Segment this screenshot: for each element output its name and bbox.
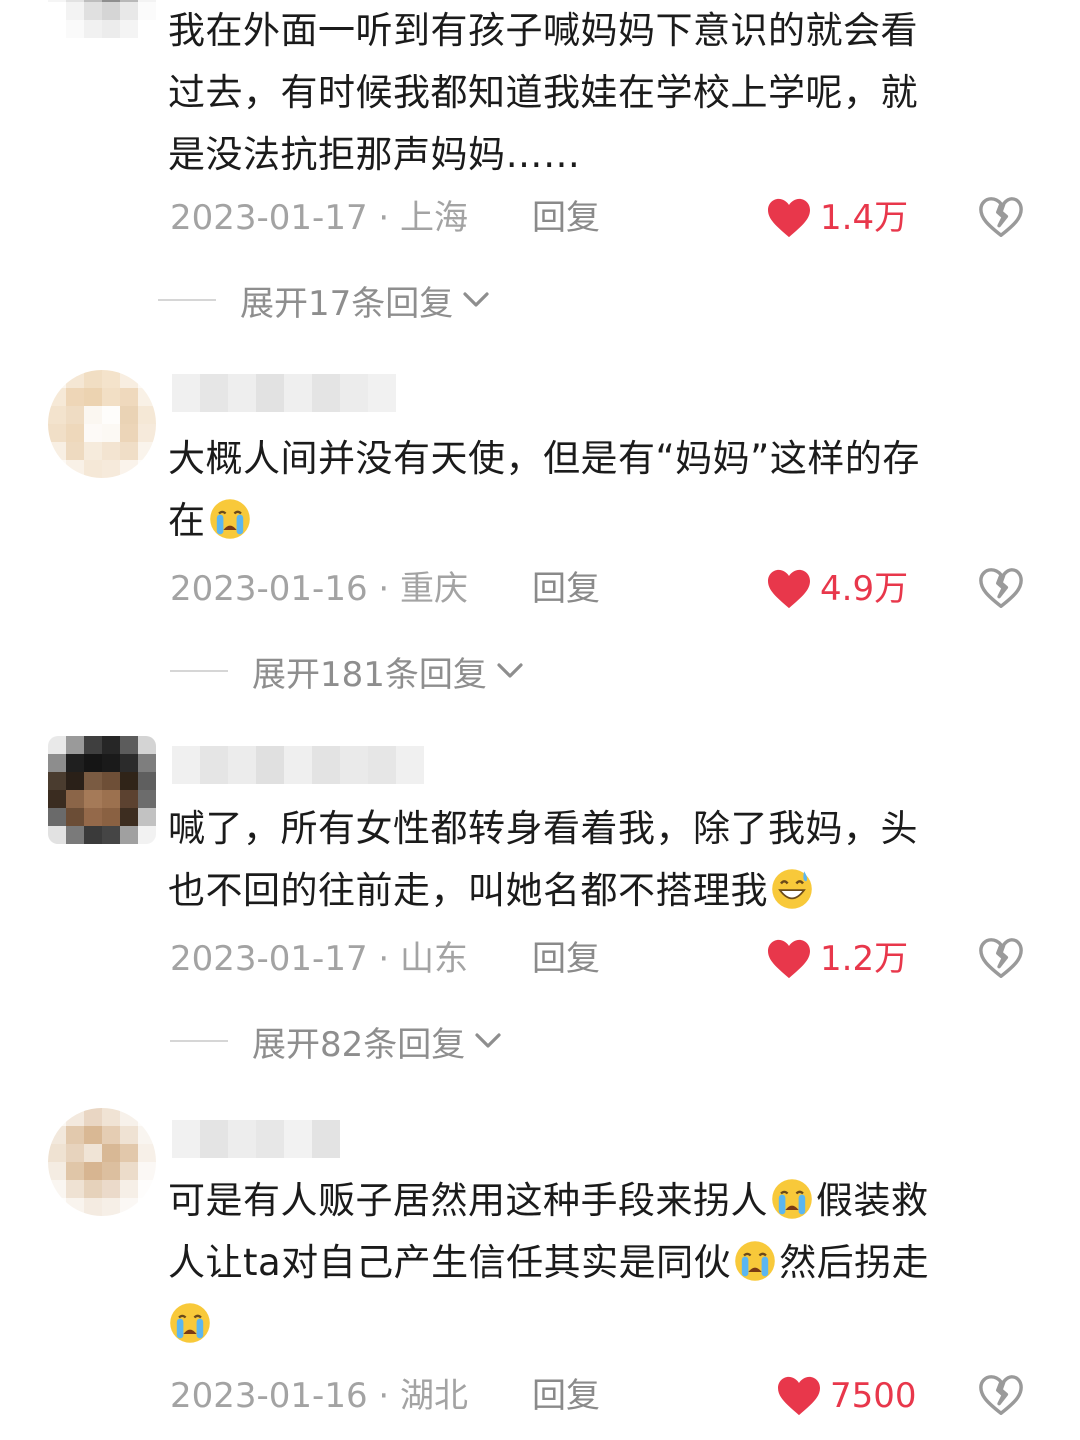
like-button[interactable]: 1.4万 bbox=[766, 193, 908, 243]
username-blurred[interactable] bbox=[172, 746, 424, 784]
comment-text-line: 也不回的往前走，叫她名都不搭理我 bbox=[168, 860, 1040, 922]
loudly-crying-emoji bbox=[170, 1303, 210, 1343]
divider bbox=[170, 1040, 228, 1042]
expand-replies-button[interactable]: 展开17条回复 bbox=[158, 275, 491, 325]
broken-heart-icon[interactable] bbox=[978, 566, 1024, 612]
heart-icon bbox=[768, 939, 810, 979]
broken-heart-icon[interactable] bbox=[978, 936, 1024, 982]
username-blurred[interactable] bbox=[172, 1120, 340, 1158]
loudly-crying-emoji bbox=[735, 1241, 775, 1281]
chevron-down-icon bbox=[475, 1033, 501, 1048]
like-count: 4.9万 bbox=[820, 569, 909, 609]
heart-icon bbox=[768, 569, 810, 609]
like-count: 1.4万 bbox=[820, 198, 909, 238]
expand-replies-label: 展开17条回复 bbox=[240, 283, 454, 324]
divider bbox=[170, 670, 228, 672]
comment-text-line bbox=[168, 1294, 1040, 1356]
avatar[interactable] bbox=[48, 736, 156, 844]
broken-heart-icon[interactable] bbox=[978, 195, 1024, 241]
reply-button[interactable]: 回复 bbox=[532, 1371, 600, 1421]
expand-replies-button[interactable]: 展开82条回复 bbox=[170, 1016, 503, 1066]
comment-text: 喊了，所有女性都转身看着我，除了我妈，头 也不回的往前走，叫她名都不搭理我 bbox=[168, 798, 1040, 922]
comment-meta: 2023-01-17 · 山东 回复 1.2万 bbox=[170, 934, 1050, 984]
reply-button[interactable]: 回复 bbox=[532, 564, 600, 614]
comment-text-line: 过去，有时候我都知道我娃在学校上学呢，就 bbox=[168, 71, 918, 114]
comment-text-line: 大概人间并没有天使，但是有“妈妈”这样的存 bbox=[168, 437, 920, 480]
chevron-down-icon bbox=[463, 292, 489, 307]
like-button[interactable]: 1.2万 bbox=[766, 934, 908, 984]
comment-text-line: 喊了，所有女性都转身看着我，除了我妈，头 bbox=[168, 807, 918, 850]
like-count: 1.2万 bbox=[820, 939, 909, 979]
comment-text-line: 可是有人贩子居然用这种手段来拐人 假装救 bbox=[168, 1179, 929, 1222]
comment-text: 可是有人贩子居然用这种手段来拐人 假装救 人让ta对自己产生信任其实是同伙 然后拐走 bbox=[168, 1170, 1040, 1356]
broken-heart-icon[interactable] bbox=[978, 1373, 1024, 1419]
comment-list: 我在外面一听到有孩子喊妈妈下意识的就会看 过去，有时候我都知道我娃在学校上学呢，… bbox=[0, 0, 1080, 1440]
avatar[interactable] bbox=[48, 1108, 156, 1216]
loudly-crying-emoji bbox=[209, 499, 250, 539]
avatar[interactable] bbox=[48, 0, 156, 38]
comment-text-line: 是没法抗拒那声妈妈…… bbox=[168, 133, 581, 176]
expand-replies-button[interactable]: 展开181条回复 bbox=[170, 646, 525, 696]
comment-meta: 2023-01-16 · 重庆 回复 4.9万 bbox=[170, 564, 1050, 614]
comment-text: 大概人间并没有天使，但是有“妈妈”这样的存 在 bbox=[168, 428, 1040, 552]
like-button[interactable]: 4.9万 bbox=[766, 564, 908, 614]
comment-text: 我在外面一听到有孩子喊妈妈下意识的就会看 过去，有时候我都知道我娃在学校上学呢，… bbox=[168, 0, 1040, 186]
loudly-crying-emoji bbox=[772, 1179, 812, 1219]
like-button[interactable]: 7500 bbox=[776, 1371, 917, 1421]
reply-button[interactable]: 回复 bbox=[532, 934, 600, 984]
chevron-down-icon bbox=[497, 663, 523, 678]
comment-date-location: 2023-01-17 · 上海 bbox=[170, 198, 469, 238]
comment-text-line: 我在外面一听到有孩子喊妈妈下意识的就会看 bbox=[168, 9, 918, 52]
comment-date-location: 2023-01-16 · 重庆 bbox=[170, 569, 469, 609]
reply-button[interactable]: 回复 bbox=[532, 193, 600, 243]
comment-date-location: 2023-01-17 · 山东 bbox=[170, 939, 469, 979]
divider bbox=[158, 299, 216, 301]
username-blurred[interactable] bbox=[172, 374, 396, 412]
grinning-sweat-emoji bbox=[772, 869, 812, 909]
comment-date-location: 2023-01-16 · 湖北 bbox=[170, 1376, 469, 1416]
like-count: 7500 bbox=[830, 1376, 917, 1416]
comment-text-line: 在 bbox=[168, 490, 1040, 552]
comment-meta: 2023-01-17 · 上海 回复 1.4万 bbox=[170, 193, 1050, 243]
expand-replies-label: 展开82条回复 bbox=[252, 1024, 466, 1065]
comment-text-line: 人让ta对自己产生信任其实是同伙 然后拐走 bbox=[168, 1241, 930, 1284]
avatar[interactable] bbox=[48, 370, 156, 478]
heart-icon bbox=[778, 1376, 820, 1416]
comment-meta: 2023-01-16 · 湖北 回复 7500 bbox=[170, 1371, 1050, 1421]
heart-icon bbox=[768, 198, 810, 238]
expand-replies-label: 展开181条回复 bbox=[252, 654, 487, 695]
